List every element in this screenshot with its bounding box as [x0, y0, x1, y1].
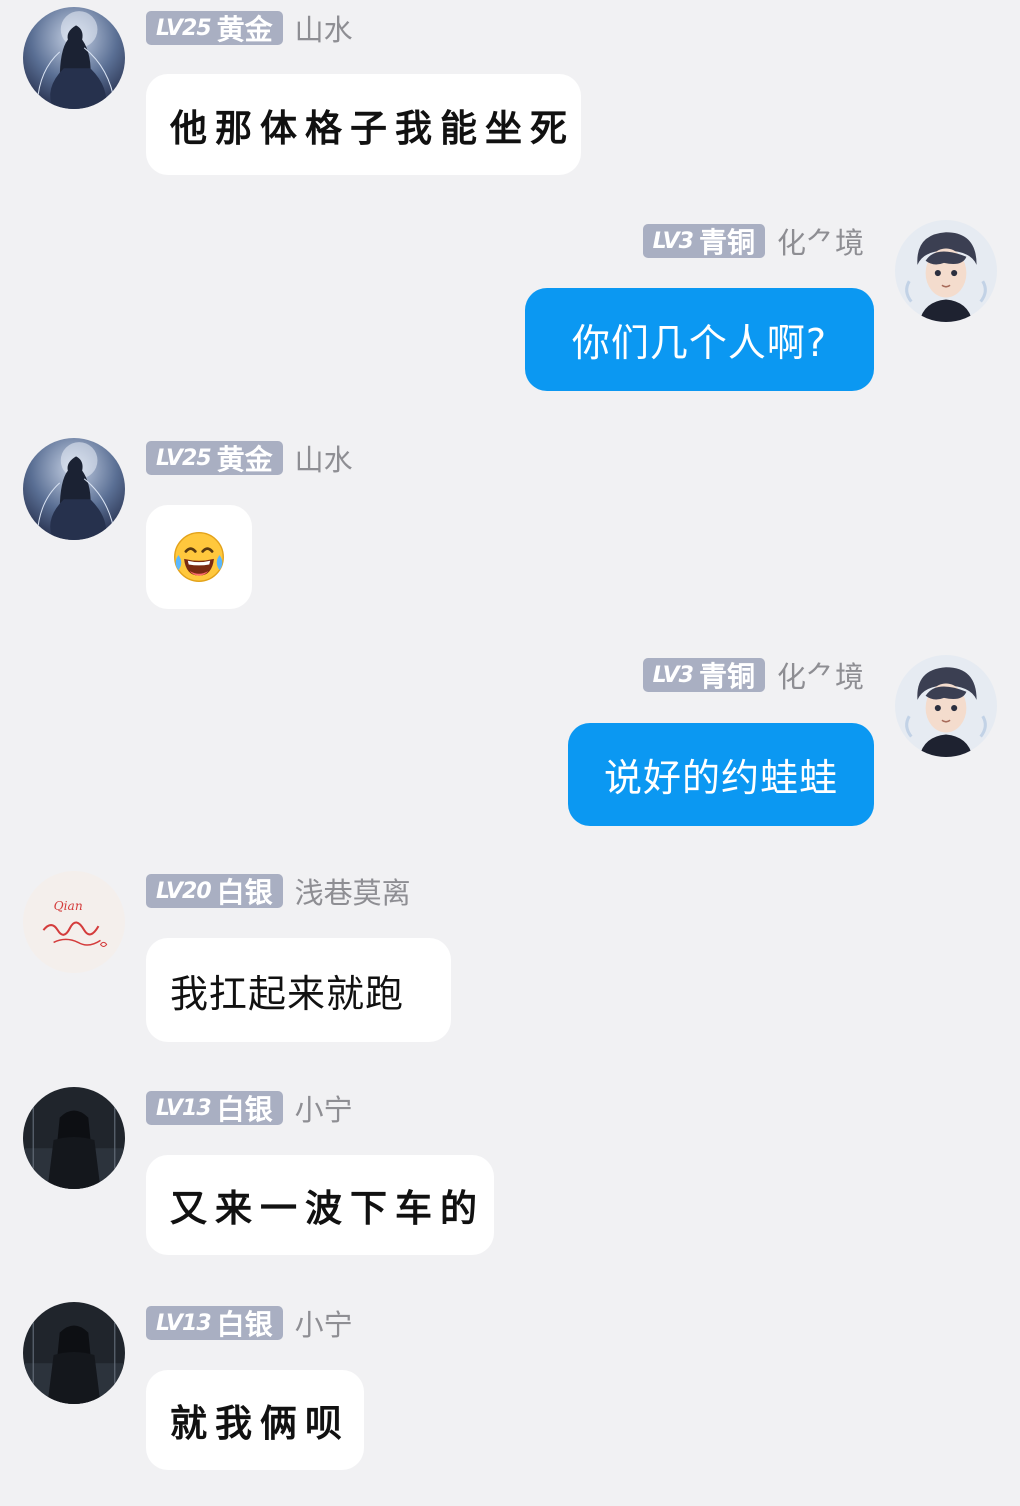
level-badge: LV3 青铜 [642, 658, 765, 693]
signature-avatar[interactable]: Qian [23, 871, 125, 973]
level-tier: 白银 [216, 876, 273, 909]
message-text: 又来一波下车的 [170, 1186, 485, 1230]
chat-message: LV3 青铜 化⺈境 说好的约蛙蛙 [0, 645, 1020, 845]
level-badge: LV25 黄金 [146, 441, 283, 476]
sender-meta: LV25 黄金 山水 [146, 437, 353, 479]
chat-message: LV25 黄金 山水 他那体格子我能坐死 [0, 0, 1020, 190]
laughing-crying-emoji [171, 529, 227, 585]
message-bubble[interactable]: 说好的约蛙蛙 [568, 723, 874, 826]
level-number: LV25 [156, 445, 212, 471]
signature-text: Qian [54, 899, 83, 913]
sender-meta: LV13 白银 小宁 [146, 1302, 353, 1344]
sender-name[interactable]: 小宁 [295, 1087, 353, 1129]
level-badge: LV3 青铜 [642, 224, 765, 259]
chat-message: LV3 青铜 化⺈境 你们几个人啊? [0, 210, 1020, 410]
sender-name[interactable]: 化⺈境 [777, 220, 864, 262]
message-text: 你们几个人啊? [571, 321, 828, 365]
level-number: LV3 [652, 662, 694, 688]
message-bubble[interactable]: 就我俩呗 [146, 1370, 364, 1470]
message-bubble[interactable] [146, 505, 252, 609]
level-tier: 黄金 [216, 13, 273, 46]
sender-name[interactable]: 浅巷莫离 [295, 870, 411, 912]
level-tier: 白银 [216, 1308, 273, 1341]
sender-meta: LV3 青铜 化⺈境 [642, 220, 864, 262]
ink-robed-figure-avatar[interactable] [23, 7, 125, 109]
level-number: LV13 [156, 1095, 212, 1121]
level-tier: 白银 [216, 1093, 273, 1126]
dark-hooded-figure-avatar[interactable] [23, 1087, 125, 1189]
level-tier: 黄金 [216, 443, 273, 476]
sender-name[interactable]: 化⺈境 [777, 654, 864, 696]
sender-meta: LV25 黄金 山水 [146, 7, 353, 49]
sender-meta: LV20 白银 浅巷莫离 [146, 870, 411, 912]
level-number: LV3 [652, 228, 694, 254]
anime-boy-avatar[interactable] [895, 655, 997, 757]
sender-meta: LV13 白银 小宁 [146, 1087, 353, 1129]
level-badge: LV13 白银 [146, 1091, 283, 1126]
sender-meta: LV3 青铜 化⺈境 [642, 654, 864, 696]
message-text: 就我俩呗 [170, 1401, 350, 1445]
message-text: 我扛起来就跑 [170, 971, 405, 1016]
level-number: LV20 [156, 878, 212, 904]
ink-robed-figure-avatar[interactable] [23, 438, 125, 540]
message-bubble[interactable]: 又来一波下车的 [146, 1155, 494, 1255]
dark-hooded-figure-avatar[interactable] [23, 1302, 125, 1404]
level-tier: 青铜 [698, 226, 755, 259]
chat-message: Qian LV20 白银 浅巷莫离 我扛起来就跑 [0, 862, 1020, 1052]
level-number: LV13 [156, 1310, 212, 1336]
level-badge: LV13 白银 [146, 1306, 283, 1341]
level-tier: 青铜 [698, 660, 755, 693]
message-bubble[interactable]: 他那体格子我能坐死 [146, 74, 581, 175]
sender-name[interactable]: 小宁 [295, 1302, 353, 1344]
chat-message: LV13 白银 小宁 就我俩呗 [0, 1293, 1020, 1483]
message-bubble[interactable]: 你们几个人啊? [525, 288, 874, 391]
message-text: 说好的约蛙蛙 [603, 756, 838, 800]
chat-message: LV13 白银 小宁 又来一波下车的 [0, 1078, 1020, 1268]
message-text: 他那体格子我能坐死 [170, 105, 575, 150]
level-badge: LV20 白银 [146, 874, 283, 909]
anime-boy-avatar[interactable] [895, 220, 997, 322]
level-badge: LV25 黄金 [146, 11, 283, 46]
sender-name[interactable]: 山水 [295, 7, 353, 49]
message-bubble[interactable]: 我扛起来就跑 [146, 938, 451, 1042]
level-number: LV25 [156, 15, 212, 41]
chat-message: LV25 黄金 山水 [0, 430, 1020, 620]
sender-name[interactable]: 山水 [295, 437, 353, 479]
